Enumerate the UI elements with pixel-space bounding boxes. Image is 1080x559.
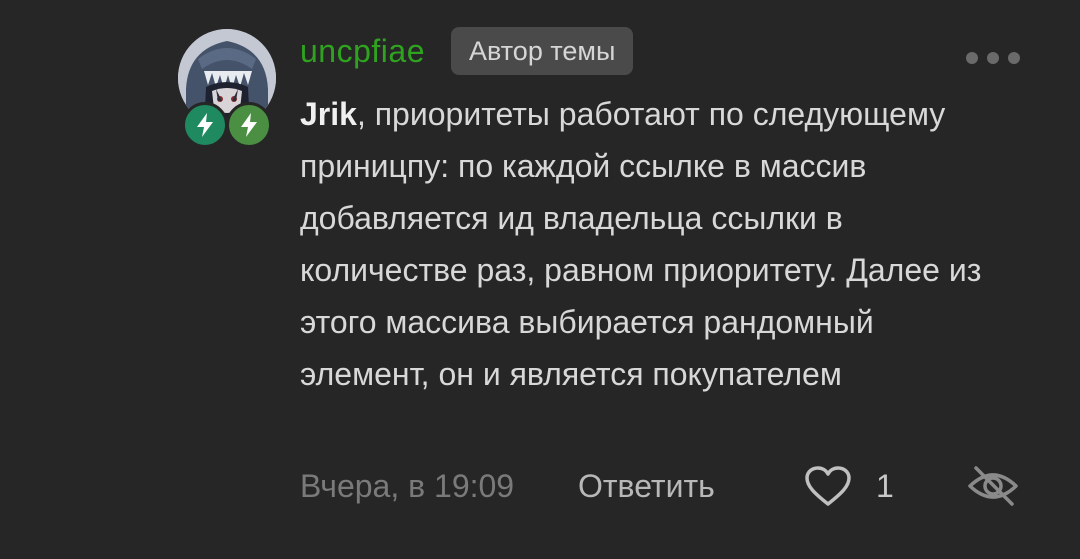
mention-link[interactable]: Jrik (300, 96, 357, 132)
bolt-icon (197, 113, 213, 137)
more-options-button[interactable] (966, 48, 1020, 68)
comment-text: Jrik, приоритеты работают по следующему … (300, 88, 1000, 400)
like-count: 1 (876, 468, 894, 504)
achievement-badge-1[interactable] (182, 102, 228, 148)
more-dots-icon (1008, 52, 1020, 64)
comment: uncpfiae Автор темы Jrik, приоритеты раб… (0, 0, 1080, 559)
author-username[interactable]: uncpfiae (300, 33, 425, 70)
like-button[interactable]: 1 (804, 462, 894, 510)
achievement-badge-2[interactable] (226, 102, 272, 148)
comment-body: , приоритеты работают по следующему прин… (300, 96, 982, 392)
comment-header: uncpfiae Автор темы (300, 26, 634, 76)
comment-footer: Вчера, в 19:09 Ответить 1 (300, 462, 1030, 510)
author-badge: Автор темы (450, 27, 634, 75)
more-dots-icon (987, 52, 999, 64)
reply-button[interactable]: Ответить (578, 462, 715, 510)
more-dots-icon (966, 52, 978, 64)
bolt-icon (241, 113, 257, 137)
timestamp: Вчера, в 19:09 (300, 468, 515, 504)
heart-icon (805, 466, 851, 506)
hide-comment-button[interactable] (966, 462, 1020, 510)
eye-off-icon (968, 466, 1018, 506)
